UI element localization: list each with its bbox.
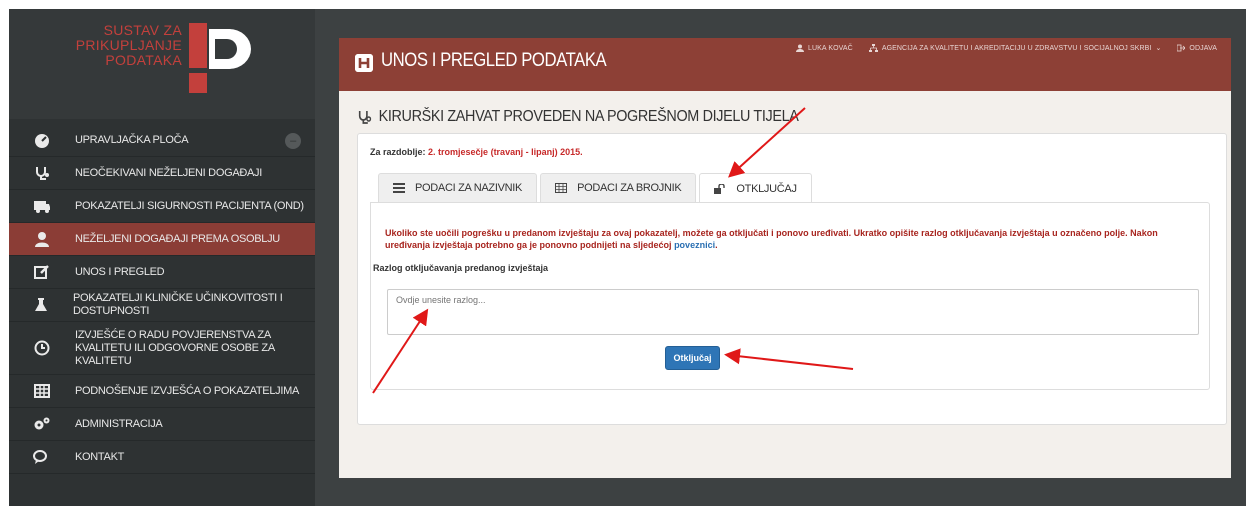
tab-label: PODACI ZA BROJNIK [577, 182, 682, 194]
period-line: Za razdoblje: 2. tromjesečje (travanj - … [370, 147, 583, 157]
sidebar-item-label: UPRAVLJAČKA PLOČA [75, 133, 189, 146]
unlock-tab-panel: Ukoliko ste uočili pogrešku u predanom i… [370, 202, 1210, 390]
sidebar-item-label: POKAZATELJI KLINIČKE UČINKOVITOSTI I DOS… [73, 292, 283, 317]
warning-text: Ukoliko ste uočili pogrešku u predanom i… [385, 228, 1158, 250]
sidebar-item-committee-report[interactable]: IZVJEŠĆE O RADU POVJERENSTVA ZA KVALITET… [9, 322, 315, 375]
collapse-toggle-icon[interactable]: – [285, 133, 301, 149]
sidebar-item-label: KONTAKT [75, 450, 125, 463]
table-icon [555, 183, 568, 193]
resubmit-link[interactable]: poveznici [674, 240, 715, 250]
dashboard-icon [33, 131, 51, 149]
reason-textarea[interactable] [387, 289, 1199, 335]
screenshot-frame: SUSTAV ZA PRIKUPLJANJE PODATAKA UPRAVLJA… [9, 9, 1246, 506]
clock-icon [33, 339, 51, 357]
sidebar-item-label: NEŽELJENI DOGAĐAJI PREMA OSOBLJU [75, 232, 280, 245]
sidebar-item-clinical-indicators[interactable]: POKAZATELJI KLINIČKE UČINKOVITOSTI I DOS… [9, 289, 315, 322]
agency-menu[interactable]: AGENCIJA ZA KVALITETU I AKREDITACIJU U Z… [868, 44, 1162, 52]
agency-name: AGENCIJA ZA KVALITETU I AKREDITACIJU U Z… [881, 44, 1152, 52]
tab-bar: PODACI ZA NAZIVNIK PODACI ZA BROJNIK OTK… [378, 173, 812, 203]
sidebar-item-label: ADMINISTRACIJA [75, 417, 163, 430]
sidebar: SUSTAV ZA PRIKUPLJANJE PODATAKA UPRAVLJA… [9, 9, 315, 506]
unlock-icon [714, 183, 726, 194]
period-label: Za razdoblje: [370, 147, 426, 157]
main-panel: UNOS I PREGLED PODATAKA LUKA KOVAČ AGENC… [339, 38, 1231, 478]
user-icon [795, 44, 804, 52]
sidebar-item-dashboard[interactable]: UPRAVLJAČKA PLOČA – [9, 124, 315, 157]
logo-line-1: SUSTAV ZA [103, 22, 182, 38]
sidebar-item-patient-safety[interactable]: POKAZATELJI SIGURNOSTI PACIJENTA (OND) [9, 190, 315, 223]
edit-icon [33, 263, 51, 281]
user-md-icon [33, 230, 51, 248]
hospital-icon [355, 54, 373, 72]
table-icon [33, 382, 51, 400]
unlock-button[interactable]: Otključaj [665, 346, 720, 370]
header-bar: UNOS I PREGLED PODATAKA LUKA KOVAČ AGENC… [339, 38, 1231, 91]
period-value: 2. tromjesečje (travanj - lipanj) 2015. [428, 147, 583, 157]
logout-icon [1177, 44, 1186, 52]
sitemap-icon [868, 44, 878, 52]
tab-unlock[interactable]: OTKLJUČAJ [699, 173, 812, 203]
sidebar-item-administration[interactable]: ADMINISTRACIJA [9, 408, 315, 441]
user-name: LUKA KOVAČ [807, 44, 853, 52]
sidebar-item-label: POKAZATELJI SIGURNOSTI PACIJENTA (OND) [75, 199, 304, 212]
logo-line-2: PRIKUPLJANJE [75, 37, 182, 53]
tab-label: PODACI ZA NAZIVNIK [415, 182, 523, 194]
user-menu[interactable]: LUKA KOVAČ [795, 44, 853, 52]
reason-label: Razlog otključavanja predanog izvještaja [373, 263, 549, 273]
sidebar-nav: UPRAVLJAČKA PLOČA – NEOČEKIVANI NEŽELJEN… [9, 124, 315, 474]
logout-link[interactable]: ODJAVA [1177, 44, 1217, 52]
page-title: KIRURŠKI ZAHVAT PROVEDEN NA POGREŠNOM DI… [357, 108, 799, 126]
logo-area: SUSTAV ZA PRIKUPLJANJE PODATAKA [9, 9, 315, 119]
tab-denominator[interactable]: PODACI ZA NAZIVNIK [378, 173, 538, 202]
unlock-warning: Ukoliko ste uočili pogrešku u predanom i… [385, 227, 1205, 251]
gears-icon [33, 415, 51, 433]
sidebar-item-submit-reports[interactable]: PODNOŠENJE IZVJEŠĆA O POKAZATELJIMA [9, 375, 315, 408]
header-title: UNOS I PREGLED PODATAKA [381, 50, 607, 71]
list-icon [393, 183, 405, 193]
sidebar-item-label: IZVJEŠĆE O RADU POVJERENSTVA ZA KVALITET… [75, 328, 275, 367]
sidebar-item-unexpected-events[interactable]: NEOČEKIVANI NEŽELJENI DOGAĐAJI [9, 157, 315, 190]
sidebar-item-contact[interactable]: KONTAKT [9, 441, 315, 474]
sidebar-item-label: UNOS I PREGLED [75, 265, 165, 278]
page-title-text: KIRURŠKI ZAHVAT PROVEDEN NA POGREŠNOM DI… [378, 108, 799, 125]
tab-numerator[interactable]: PODACI ZA BROJNIK [540, 173, 697, 202]
indicator-card: Za razdoblje: 2. tromjesečje (travanj - … [357, 133, 1227, 425]
logo-line-3: PODATAKA [105, 52, 182, 68]
logo-mark-icon [189, 23, 251, 93]
chevron-down-icon: ⌄ [1155, 45, 1162, 52]
sidebar-item-staff-events[interactable]: NEŽELJENI DOGAĐAJI PREMA OSOBLJU [9, 223, 315, 256]
sidebar-item-label: PODNOŠENJE IZVJEŠĆA O POKAZATELJIMA [75, 384, 300, 397]
flask-icon [33, 296, 49, 314]
warning-end: . [715, 240, 718, 250]
ambulance-icon [33, 197, 51, 215]
logout-label: ODJAVA [1189, 44, 1217, 52]
sidebar-item-entry-review[interactable]: UNOS I PREGLED [9, 256, 315, 289]
stethoscope-icon [358, 111, 372, 124]
comments-icon [33, 448, 51, 466]
top-user-bar: LUKA KOVAČ AGENCIJA ZA KVALITETU I AKRED… [795, 44, 1217, 52]
stethoscope-icon [33, 164, 51, 182]
tab-label: OTKLJUČAJ [736, 182, 797, 195]
sidebar-item-label: NEOČEKIVANI NEŽELJENI DOGAĐAJI [75, 166, 263, 179]
logo-text: SUSTAV ZA PRIKUPLJANJE PODATAKA [76, 23, 182, 68]
